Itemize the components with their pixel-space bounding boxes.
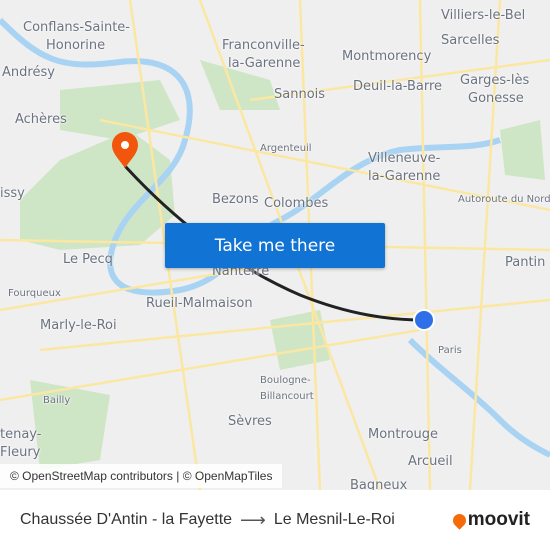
place-label: Boulogne- <box>260 375 311 386</box>
route-footer: Chaussée D'Antin - la Fayette ⟶ Le Mesni… <box>0 490 550 550</box>
place-label: Deuil-la-Barre <box>353 79 443 94</box>
place-label: Autoroute du Nord <box>458 194 550 205</box>
place-label: Arcueil <box>408 454 453 469</box>
place-label: Sarcelles <box>441 33 500 48</box>
place-label: Andrésy <box>2 65 55 80</box>
place-label: Pantin <box>505 255 546 270</box>
place-label: Marly-le-Roi <box>40 318 117 333</box>
destination-name: Le Mesnil-Le-Roi <box>273 511 395 528</box>
place-label: la-Garenne <box>228 56 301 71</box>
place-label: Fleury <box>0 445 41 460</box>
place-label: Gonesse <box>468 91 524 106</box>
place-label: Sannois <box>274 87 326 102</box>
place-label: Villeneuve- <box>368 151 441 166</box>
moovit-pin-icon <box>450 510 469 530</box>
place-label: Montrouge <box>368 427 439 442</box>
map[interactable]: Conflans-Sainte- Honorine Andrésy Achères is… <box>0 0 550 490</box>
place-label: Sèvres <box>228 414 272 429</box>
origin-name: Chaussée D'Antin - la Fayette <box>20 511 233 528</box>
place-label: Paris <box>438 345 462 356</box>
moovit-logo-text: moovit <box>467 509 530 530</box>
place-label: issy <box>0 186 25 201</box>
arrow-right-icon: ⟶ <box>240 509 266 530</box>
place-label: Bezons <box>212 192 259 207</box>
place-label: Conflans-Sainte- <box>23 20 130 35</box>
take-me-there-button[interactable]: Take me there <box>165 223 385 268</box>
place-label: Achères <box>15 112 67 127</box>
place-label: Colombes <box>264 196 329 211</box>
origin-marker <box>413 309 435 331</box>
place-label: Garges-lès <box>460 73 530 88</box>
place-label: Argenteuil <box>260 143 312 154</box>
place-label: Fourqueux <box>8 288 61 299</box>
moovit-logo[interactable]: moovit <box>450 509 530 531</box>
place-label: Bagneux <box>350 478 408 490</box>
map-attribution[interactable]: © OpenStreetMap contributors | © OpenMap… <box>0 464 283 488</box>
place-label: Franconville- <box>222 38 305 53</box>
place-label: Bailly <box>43 395 71 406</box>
place-label: Villiers-le-Bel <box>441 8 526 23</box>
place-label: Le Pecq <box>63 252 113 267</box>
place-label: tenay- <box>0 427 42 442</box>
place-label: la-Garenne <box>368 169 441 184</box>
place-label: Billancourt <box>260 391 314 402</box>
place-label: Montmorency <box>342 49 432 64</box>
place-label: Rueil-Malmaison <box>146 296 253 311</box>
place-label: Honorine <box>46 38 106 53</box>
